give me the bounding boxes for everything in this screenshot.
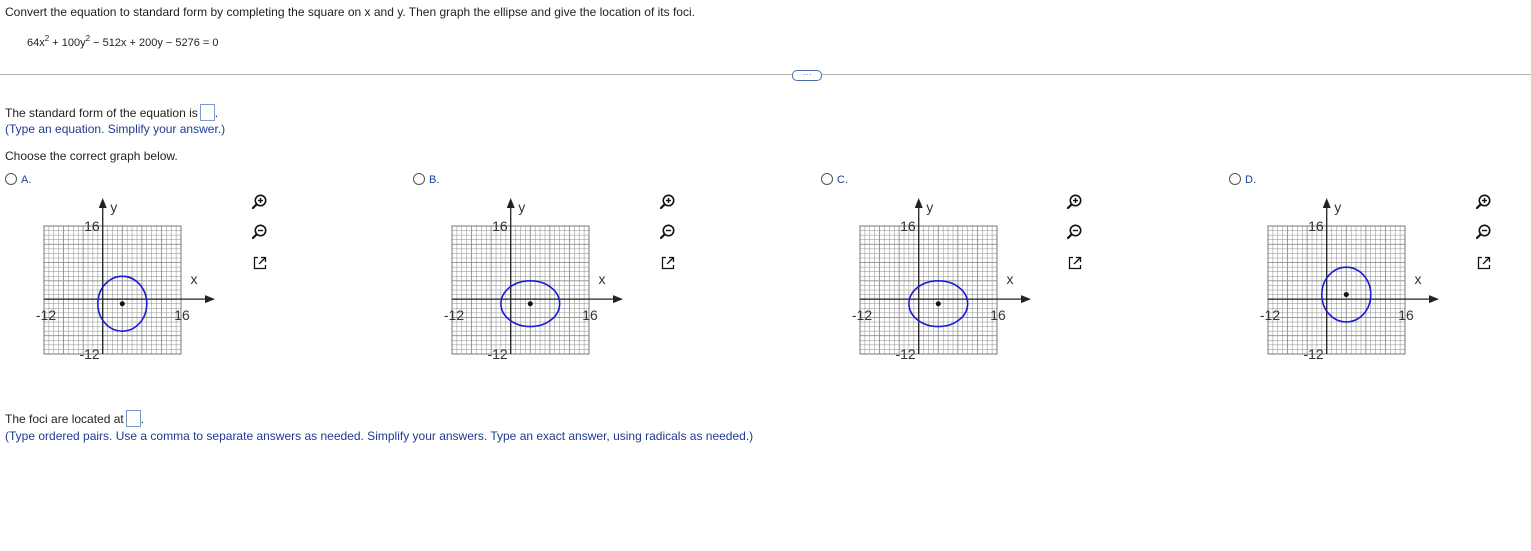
option-a[interactable]: A. xyxy=(5,173,31,186)
foci-hint: (Type ordered pairs. Use a comma to sepa… xyxy=(5,429,754,443)
coordinate-graph: x y 16 -12 -12 16 xyxy=(852,198,1031,362)
x-min-tick-label: -12 xyxy=(1260,307,1280,323)
y-max-tick-label: 16 xyxy=(492,218,508,234)
radio-d[interactable] xyxy=(1229,173,1241,185)
radio-b[interactable] xyxy=(413,173,425,185)
x-min-tick-label: -12 xyxy=(852,307,872,323)
open-external-icon[interactable] xyxy=(659,254,677,272)
y-max-tick-label: 16 xyxy=(1308,218,1324,234)
y-min-tick-label: -12 xyxy=(487,346,507,362)
ellipse-center-point xyxy=(527,301,533,307)
graph-c: x y 16 -12 -12 16 xyxy=(846,195,1036,365)
radio-c[interactable] xyxy=(821,173,833,185)
graph-grid xyxy=(1267,225,1406,355)
coordinate-graph: x y 16 -12 -12 16 xyxy=(444,198,623,362)
x-axis-arrow xyxy=(613,295,623,304)
y-min-tick-label: -12 xyxy=(895,346,915,362)
x-max-tick-label: 16 xyxy=(1398,307,1414,323)
graph-grid xyxy=(859,225,998,355)
open-external-icon[interactable] xyxy=(251,254,269,272)
x-axis-label: x xyxy=(1415,271,1422,287)
y-min-tick-label: -12 xyxy=(79,346,99,362)
zoom-out-icon[interactable] xyxy=(251,223,269,241)
equation-part: + 100y xyxy=(49,37,86,49)
y-min-tick-label: -12 xyxy=(1303,346,1323,362)
equation-part: − 512x + 200y − 5276 = 0 xyxy=(90,37,219,49)
y-axis-arrow xyxy=(914,198,923,208)
graph-b: x y 16 -12 -12 16 xyxy=(438,195,628,365)
y-axis-label: y xyxy=(926,199,933,215)
option-b[interactable]: B. xyxy=(413,173,439,186)
graph-a: x y 16 -12 -12 16 xyxy=(30,195,220,365)
x-min-tick-label: -12 xyxy=(444,307,464,323)
section-divider xyxy=(0,74,1531,75)
ellipse-center-point xyxy=(119,301,125,307)
foci-label: The foci are located at xyxy=(5,412,124,426)
y-max-tick-label: 16 xyxy=(900,218,916,234)
ellipse-center-point xyxy=(935,301,941,307)
coordinate-graph: x y 16 -12 -12 16 xyxy=(1260,198,1439,362)
option-d-letter: D. xyxy=(1245,174,1256,186)
open-external-icon[interactable] xyxy=(1475,254,1493,272)
y-axis-arrow xyxy=(1322,198,1331,208)
radio-a[interactable] xyxy=(5,173,17,185)
zoom-in-icon[interactable] xyxy=(659,193,677,211)
option-b-letter: B. xyxy=(429,174,440,186)
zoom-in-icon[interactable] xyxy=(1066,193,1084,211)
y-axis-label: y xyxy=(518,199,525,215)
x-max-tick-label: 16 xyxy=(582,307,598,323)
foci-prompt: The foci are located at. xyxy=(5,410,145,427)
x-axis-arrow xyxy=(205,295,215,304)
standard-form-hint: (Type an equation. Simplify your answer.… xyxy=(5,122,226,136)
standard-form-answer-box[interactable] xyxy=(199,104,215,121)
zoom-out-icon[interactable] xyxy=(1475,223,1493,241)
graph-grid xyxy=(451,225,590,355)
option-d[interactable]: D. xyxy=(1229,173,1256,186)
zoom-out-icon[interactable] xyxy=(659,223,677,241)
coordinate-graph: x y 16 -12 -12 16 xyxy=(36,198,215,362)
standard-form-label: The standard form of the equation is xyxy=(5,106,198,120)
zoom-in-icon[interactable] xyxy=(251,193,269,211)
zoom-out-icon[interactable] xyxy=(1066,223,1084,241)
x-max-tick-label: 16 xyxy=(990,307,1006,323)
x-max-tick-label: 16 xyxy=(174,307,190,323)
x-axis-arrow xyxy=(1429,295,1439,304)
y-axis-arrow xyxy=(98,198,107,208)
option-a-letter: A. xyxy=(21,174,32,186)
given-equation: 64x2 + 100y2 − 512x + 200y − 5276 = 0 xyxy=(27,34,219,49)
open-external-icon[interactable] xyxy=(1066,254,1084,272)
x-min-tick-label: -12 xyxy=(36,307,56,323)
expand-button[interactable]: ··· xyxy=(792,70,822,81)
x-axis-label: x xyxy=(599,271,606,287)
y-axis-label: y xyxy=(110,199,117,215)
option-c-letter: C. xyxy=(837,174,848,186)
graph-choice-label: Choose the correct graph below. xyxy=(5,149,178,163)
question-prompt: Convert the equation to standard form by… xyxy=(5,5,695,19)
x-axis-arrow xyxy=(1021,295,1031,304)
graph-d: x y 16 -12 -12 16 xyxy=(1254,195,1444,365)
graph-grid xyxy=(43,225,182,355)
zoom-in-icon[interactable] xyxy=(1475,193,1493,211)
y-axis-label: y xyxy=(1334,199,1341,215)
y-max-tick-label: 16 xyxy=(84,218,100,234)
equation-part: 64x xyxy=(27,37,45,49)
x-axis-label: x xyxy=(191,271,198,287)
x-axis-label: x xyxy=(1007,271,1014,287)
foci-answer-box[interactable] xyxy=(125,410,141,427)
ellipse-center-point xyxy=(1343,292,1349,298)
standard-form-prompt: The standard form of the equation is. xyxy=(5,104,219,121)
option-c[interactable]: C. xyxy=(821,173,848,186)
y-axis-arrow xyxy=(506,198,515,208)
